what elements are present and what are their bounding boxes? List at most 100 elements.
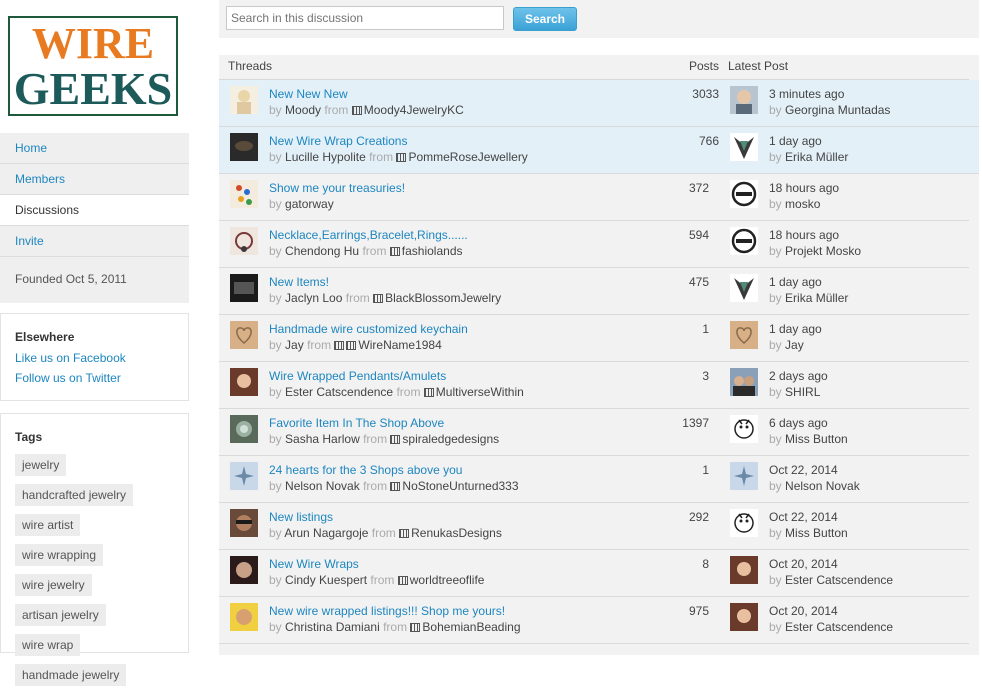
latest-time[interactable]: 3 minutes ago [769,87,844,101]
facebook-link[interactable]: Like us on Facebook [15,348,174,368]
thread-title[interactable]: New Items! [269,275,329,289]
latest-avatar[interactable] [730,86,758,114]
nav-home[interactable]: Home [0,133,189,164]
latest-avatar[interactable] [730,368,758,396]
thread-title[interactable]: Necklace,Earrings,Bracelet,Rings...... [269,228,468,242]
thread-title[interactable]: Show me your treasuries! [269,181,405,195]
latest-time[interactable]: Oct 20, 2014 [769,557,838,571]
latest-time[interactable]: 1 day ago [769,275,822,289]
latest-time[interactable]: 1 day ago [769,134,822,148]
shop-name[interactable]: PommeRoseJewellery [408,150,527,164]
latest-avatar[interactable] [730,556,758,584]
latest-time[interactable]: 6 days ago [769,416,828,430]
latest-time[interactable]: 18 hours ago [769,181,839,195]
author-name[interactable]: Ester Catscendence [285,385,393,399]
latest-author[interactable]: Georgina Muntadas [785,103,890,117]
nav-members-link[interactable]: Members [15,172,65,186]
thread-row[interactable]: 24 hearts for the 3 Shops above you by N… [219,456,969,503]
author-name[interactable]: Nelson Novak [285,479,360,493]
author-avatar[interactable] [230,321,258,349]
author-avatar[interactable] [230,603,258,631]
latest-author[interactable]: Jay [785,338,804,352]
shop-name[interactable]: worldtreeoflife [410,573,485,587]
latest-author[interactable]: Nelson Novak [785,479,860,493]
latest-author[interactable]: SHIRL [785,385,820,399]
shop-name[interactable]: BohemianBeading [422,620,520,634]
latest-avatar[interactable] [730,133,758,161]
latest-time[interactable]: Oct 22, 2014 [769,463,838,477]
author-name[interactable]: Lucille Hypolite [285,150,366,164]
latest-author[interactable]: Projekt Mosko [785,244,861,258]
latest-author[interactable]: Miss Button [785,526,848,540]
latest-author[interactable]: Miss Button [785,432,848,446]
author-avatar[interactable] [230,227,258,255]
thread-title[interactable]: 24 hearts for the 3 Shops above you [269,463,462,477]
tag[interactable]: handmade jewelry [15,664,127,686]
thread-title[interactable]: New New New [269,87,348,101]
author-name[interactable]: Cindy Kuespert [285,573,367,587]
thread-row[interactable]: Show me your treasuries! by gatorway 372… [219,174,969,221]
tag[interactable]: handcrafted jewelry [15,484,134,506]
thread-row[interactable]: New wire wrapped listings!!! Shop me you… [219,597,969,644]
thread-row[interactable]: Wire Wrapped Pendants/Amulets by Ester C… [219,362,969,409]
author-name[interactable]: Moody [285,103,321,117]
latest-time[interactable]: Oct 20, 2014 [769,604,838,618]
thread-title[interactable]: Handmade wire customized keychain [269,322,468,336]
author-avatar[interactable] [230,556,258,584]
latest-time[interactable]: 2 days ago [769,369,828,383]
latest-avatar[interactable] [730,321,758,349]
latest-author[interactable]: Ester Catscendence [785,620,893,634]
latest-author[interactable]: Erika Müller [785,150,848,164]
latest-author[interactable]: Ester Catscendence [785,573,893,587]
author-avatar[interactable] [230,274,258,302]
thread-row[interactable]: New Items! by Jaclyn Loo from BlackBloss… [219,268,969,315]
latest-avatar[interactable] [730,227,758,255]
nav-invite-link[interactable]: Invite [15,234,44,248]
thread-title[interactable]: New Wire Wraps [269,557,359,571]
thread-row[interactable]: New Wire Wraps by Cindy Kuespert from wo… [219,550,969,597]
thread-title[interactable]: New Wire Wrap Creations [269,134,407,148]
latest-author[interactable]: mosko [785,197,820,211]
nav-home-link[interactable]: Home [15,141,47,155]
thread-row[interactable]: New New New by Moody from Moody4JewelryK… [219,80,979,127]
latest-avatar[interactable] [730,603,758,631]
shop-name[interactable]: NoStoneUnturned333 [402,479,518,493]
author-name[interactable]: Sasha Harlow [285,432,360,446]
shop-name[interactable]: fashiolands [402,244,463,258]
latest-avatar[interactable] [730,274,758,302]
tag[interactable]: wire jewelry [15,574,92,596]
nav-discussions-label[interactable]: Discussions [15,203,79,217]
thread-row[interactable]: New listings by Arun Nagargoje from Renu… [219,503,969,550]
search-input[interactable] [226,6,504,30]
author-avatar[interactable] [230,86,258,114]
nav-members[interactable]: Members [0,164,189,195]
thread-title[interactable]: New wire wrapped listings!!! Shop me you… [269,604,505,618]
shop-name[interactable]: Moody4JewelryKC [364,103,464,117]
latest-time[interactable]: Oct 22, 2014 [769,510,838,524]
latest-time[interactable]: 18 hours ago [769,228,839,242]
search-button[interactable]: Search [513,7,577,31]
shop-name[interactable]: RenukasDesigns [411,526,502,540]
thread-row[interactable]: Handmade wire customized keychain by Jay… [219,315,969,362]
twitter-link[interactable]: Follow us on Twitter [15,368,174,388]
author-name[interactable]: Arun Nagargoje [284,526,368,540]
author-name[interactable]: Jaclyn Loo [285,291,342,305]
latest-avatar[interactable] [730,415,758,443]
author-name[interactable]: gatorway [285,197,334,211]
shop-name[interactable]: WireName1984 [358,338,441,352]
thread-title[interactable]: Wire Wrapped Pendants/Amulets [269,369,446,383]
author-avatar[interactable] [230,415,258,443]
thread-row[interactable]: Necklace,Earrings,Bracelet,Rings...... b… [219,221,969,268]
author-avatar[interactable] [230,180,258,208]
latest-time[interactable]: 1 day ago [769,322,822,336]
author-avatar[interactable] [230,462,258,490]
shop-name[interactable]: spiraledgedesigns [402,432,499,446]
tag[interactable]: jewelry [15,454,67,476]
author-name[interactable]: Chendong Hu [285,244,359,258]
thread-title[interactable]: Favorite Item In The Shop Above [269,416,444,430]
tag[interactable]: wire wrap [15,634,81,656]
latest-author[interactable]: Erika Müller [785,291,848,305]
shop-name[interactable]: MultiverseWithin [436,385,524,399]
nav-discussions[interactable]: Discussions [0,195,189,226]
author-avatar[interactable] [230,509,258,537]
